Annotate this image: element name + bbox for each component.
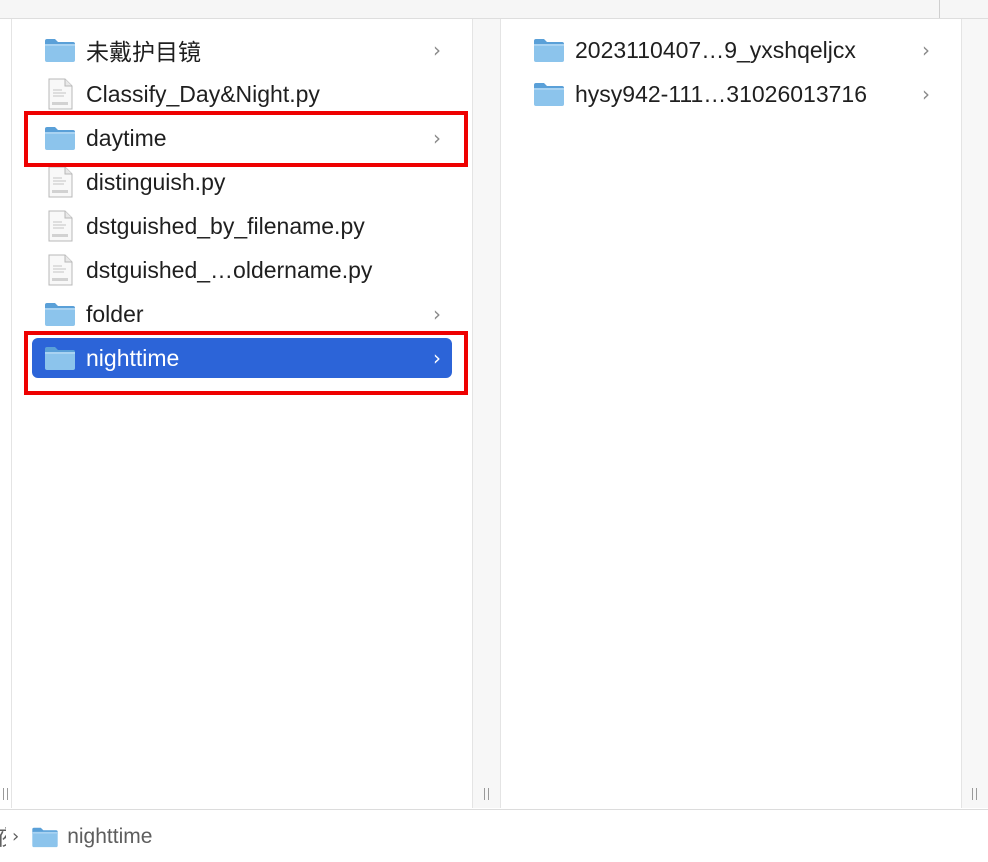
item-label: hysy942-111…31026013716 bbox=[575, 80, 867, 107]
chevron-right-icon: › bbox=[922, 82, 930, 106]
next-column[interactable] bbox=[962, 19, 988, 808]
item-label: nighttime bbox=[86, 344, 180, 371]
path-segment-current[interactable]: nighttime bbox=[67, 825, 152, 849]
toolbar bbox=[0, 0, 988, 19]
item-label: folder bbox=[86, 300, 144, 327]
item-label: Classify_Day&Night.py bbox=[86, 80, 320, 107]
toolbar-divider bbox=[939, 0, 940, 18]
item-label: dstguished_by_filename.py bbox=[86, 212, 365, 239]
folder-icon bbox=[44, 342, 76, 374]
path-segment-parent[interactable]: 夜 bbox=[0, 822, 6, 852]
list-item-file[interactable]: Classify_Day&Night.py bbox=[32, 74, 452, 114]
column-gutter bbox=[473, 19, 501, 808]
chevron-right-icon: › bbox=[433, 346, 441, 370]
chevron-right-icon: › bbox=[433, 38, 441, 62]
list-item-folder[interactable]: hysy942-111…31026013716 › bbox=[521, 74, 941, 114]
column-browser-left[interactable]: 未戴护目镜 › Classify_Day&Night.py daytime › … bbox=[12, 19, 473, 808]
chevron-right-icon: › bbox=[433, 302, 441, 326]
folder-icon bbox=[44, 298, 76, 330]
list-item-file[interactable]: dstguished_by_filename.py bbox=[32, 206, 452, 246]
python-file-icon bbox=[44, 166, 76, 198]
chevron-right-icon: › bbox=[433, 126, 441, 150]
folder-icon bbox=[31, 825, 59, 849]
list-item-folder-selected[interactable]: nighttime › bbox=[32, 338, 452, 378]
python-file-icon bbox=[44, 78, 76, 110]
item-label: distinguish.py bbox=[86, 168, 226, 195]
list-item-file[interactable]: distinguish.py bbox=[32, 162, 452, 202]
item-label: daytime bbox=[86, 124, 167, 151]
finder-window: 未戴护目镜 › Classify_Day&Night.py daytime › … bbox=[0, 0, 988, 862]
column-resize-handle[interactable] bbox=[2, 788, 9, 800]
column-resize-handle[interactable] bbox=[483, 788, 490, 800]
chevron-right-icon: › bbox=[922, 38, 930, 62]
python-file-icon bbox=[44, 210, 76, 242]
folder-icon bbox=[44, 122, 76, 154]
list-item-file[interactable]: dstguished_…oldername.py bbox=[32, 250, 452, 290]
list-item-folder[interactable]: 未戴护目镜 › bbox=[32, 30, 452, 70]
folder-icon bbox=[44, 34, 76, 66]
list-item-folder[interactable]: daytime › bbox=[32, 118, 452, 158]
item-label: 未戴护目镜 bbox=[86, 39, 201, 65]
column-browser-right[interactable]: 2023110407…9_yxshqeljcx › hysy942-111…31… bbox=[501, 19, 962, 808]
chevron-right-icon: › bbox=[12, 826, 20, 847]
list-item-folder[interactable]: folder › bbox=[32, 294, 452, 334]
previous-column[interactable] bbox=[0, 19, 12, 808]
item-label: dstguished_…oldername.py bbox=[86, 256, 373, 283]
folder-icon bbox=[533, 34, 565, 66]
item-label: 2023110407…9_yxshqeljcx bbox=[575, 36, 856, 63]
python-file-icon bbox=[44, 254, 76, 286]
list-item-folder[interactable]: 2023110407…9_yxshqeljcx › bbox=[521, 30, 941, 70]
folder-icon bbox=[533, 78, 565, 110]
path-bar: 夜 › nighttime bbox=[0, 809, 988, 862]
column-resize-handle[interactable] bbox=[971, 788, 978, 800]
